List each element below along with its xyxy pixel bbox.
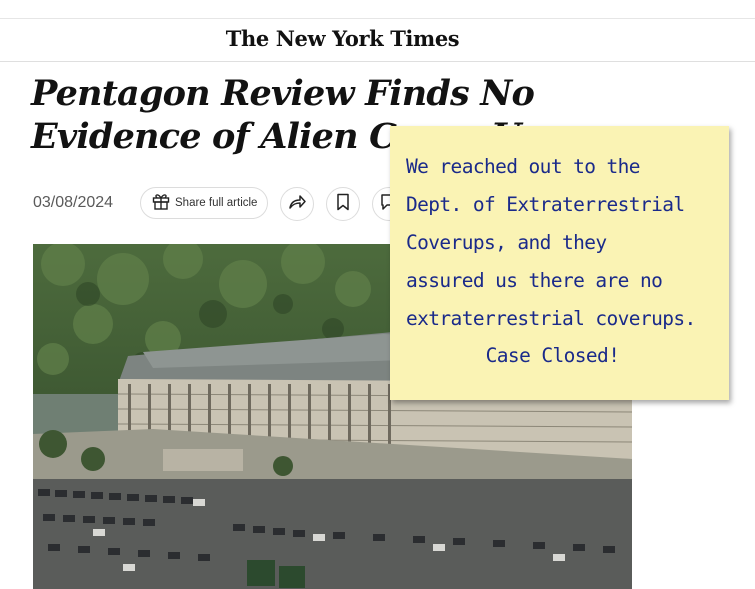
gift-icon [151,191,171,216]
sticky-note-line: We reached out to the [406,155,641,178]
article-date: 03/08/2024 [33,194,114,211]
sticky-note: We reached out to the Dept. of Extraterr… [390,126,729,400]
share-full-article-label: Share full article [175,197,258,209]
bookmark-icon [336,193,350,216]
save-bookmark-button[interactable] [326,187,360,221]
masthead: The New York Times [0,18,755,62]
sticky-note-line: Dept. of Extraterrestrial [406,193,685,216]
nyt-logo[interactable]: The New York Times [0,26,685,51]
sticky-note-line: extraterrestrial coverups. [406,307,696,330]
sticky-note-line: assured us there are no [406,269,663,292]
share-full-article-button[interactable]: Share full article [140,187,268,219]
share-arrow-icon [287,193,307,216]
share-button[interactable] [280,187,314,221]
sticky-note-line: Coverups, and they [406,231,607,254]
sticky-note-closing: Case Closed! [485,344,620,367]
